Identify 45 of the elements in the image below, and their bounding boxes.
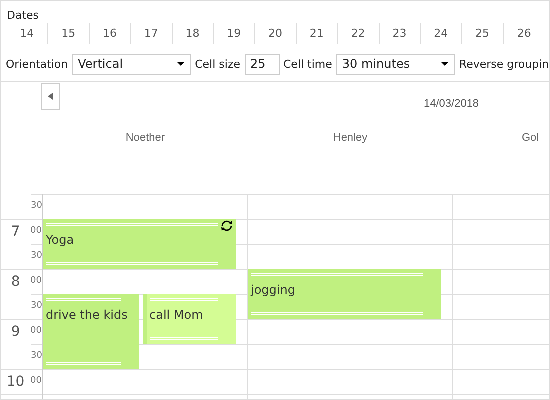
hour-label: 8	[11, 274, 20, 290]
date-cell[interactable]: 25	[462, 23, 504, 44]
resource-header: Henley	[333, 132, 368, 144]
date-cell[interactable]: 23	[380, 23, 421, 44]
orientation-dropdown[interactable]: Vertical	[72, 54, 192, 74]
resource-header: Gol	[522, 132, 540, 144]
date-cell[interactable]: 22	[338, 23, 380, 44]
minute-label: 00	[30, 225, 42, 238]
reverse-grouping-label: Reverse groupin	[459, 58, 549, 70]
event-block[interactable]: drive the kids	[43, 294, 138, 369]
cell-size-field[interactable]: 25	[244, 54, 280, 74]
cell-size-label: Cell size	[195, 58, 240, 70]
date-cell[interactable]: 14	[7, 23, 48, 44]
date-cell[interactable]: 26	[504, 23, 546, 44]
event-block[interactable]: Yoga	[43, 219, 236, 269]
left-arrow-icon	[48, 93, 54, 100]
date-cell[interactable]: 21	[296, 23, 338, 44]
minute-label: 30	[31, 200, 42, 213]
event-block[interactable]: jogging	[248, 269, 441, 319]
orientation-label: Orientation	[6, 58, 68, 70]
minute-label: 30	[31, 350, 42, 363]
date-cell[interactable]: 19	[214, 23, 256, 44]
dates-label: Dates	[7, 9, 40, 23]
date-cell[interactable]: 18	[172, 23, 214, 44]
minute-label: 00	[30, 275, 42, 288]
cell-time-dropdown[interactable]: 30 minutes	[336, 54, 456, 74]
date-cell[interactable]: 15	[48, 23, 90, 44]
minute-label: 30	[31, 300, 42, 313]
hour-label: 7	[11, 224, 20, 240]
minute-label: 00	[30, 325, 42, 338]
caret-icon	[441, 62, 450, 66]
date-cell[interactable]: 24	[420, 23, 462, 44]
event-block[interactable]: call Mom	[142, 294, 236, 344]
previous-button[interactable]	[41, 83, 60, 110]
minute-label: 00	[30, 375, 42, 388]
hour-label: 10	[6, 374, 25, 390]
caret-icon	[177, 62, 186, 66]
current-date: 14/03/2018	[424, 98, 480, 110]
cell-time-label: Cell time	[284, 58, 332, 70]
date-cell[interactable]: 20	[255, 23, 297, 44]
minute-label: 30	[31, 250, 42, 263]
hour-label: 9	[11, 324, 20, 340]
date-cell[interactable]: 17	[131, 23, 173, 44]
date-cell[interactable]: 16	[90, 23, 132, 44]
resource-header: Noether	[126, 132, 166, 144]
